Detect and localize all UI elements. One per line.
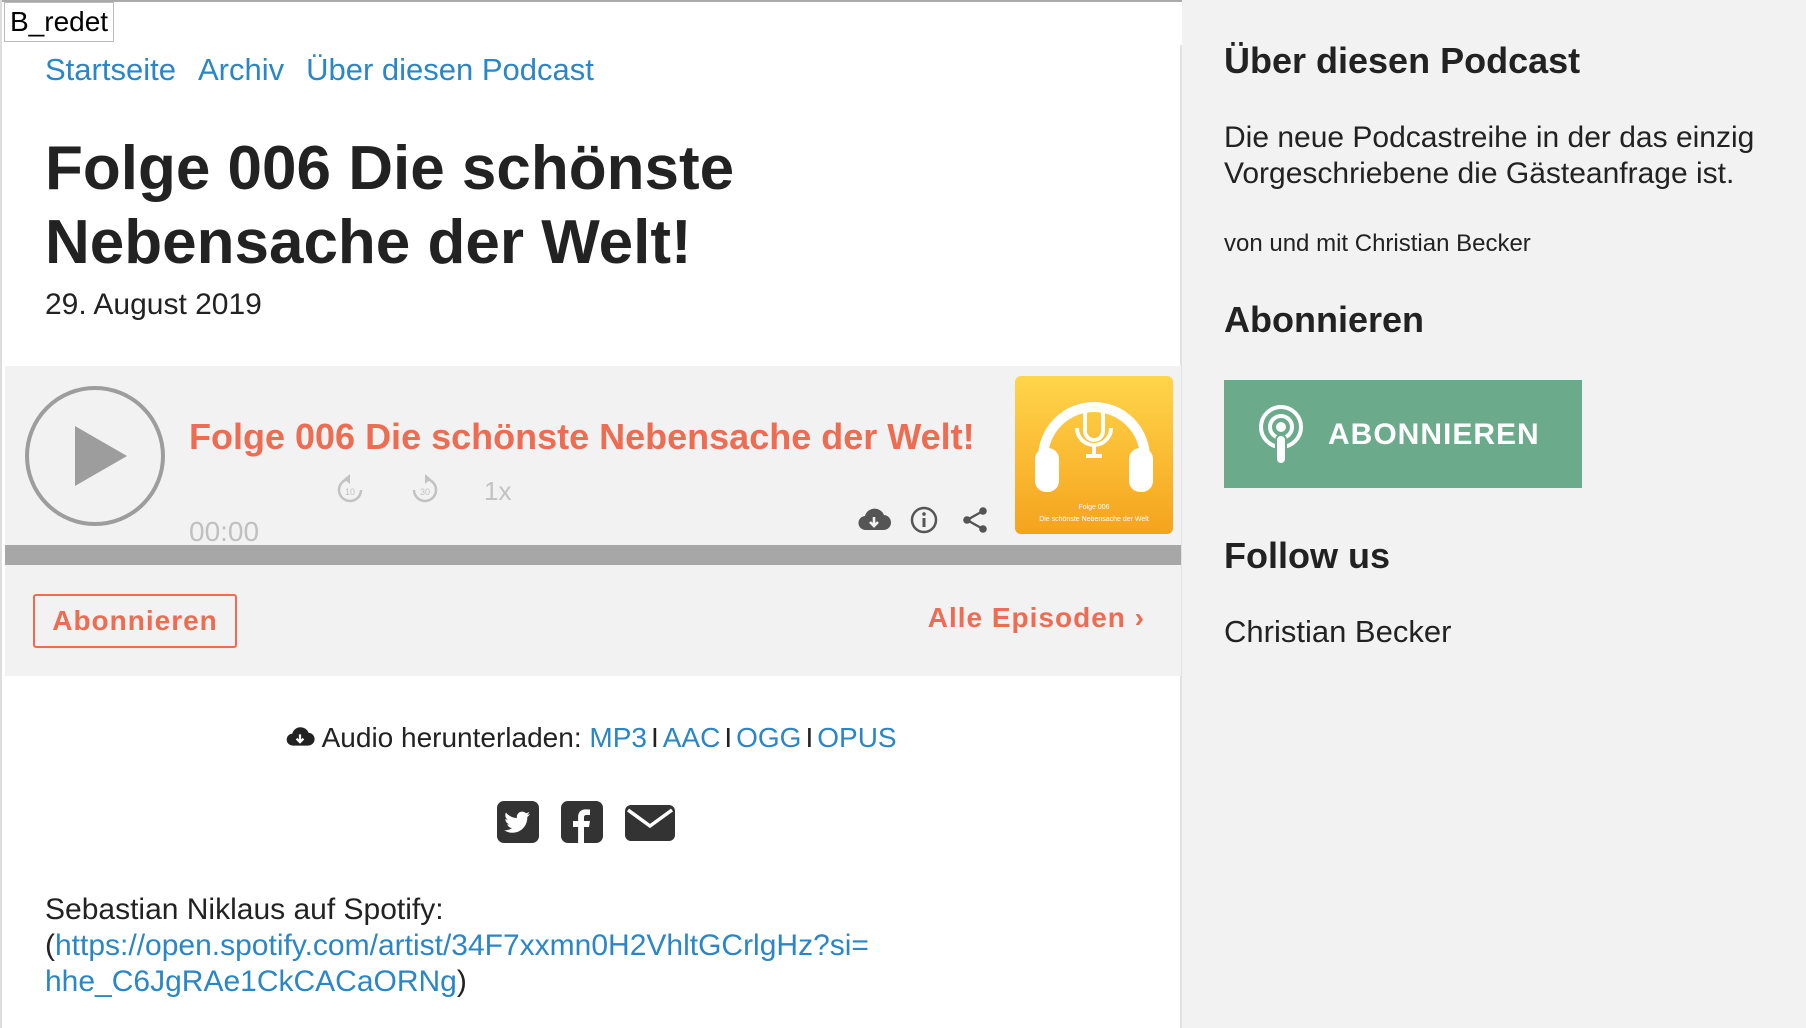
site-badge[interactable]: B_redet [4, 2, 115, 42]
sidebar-follow-heading: Follow us [1224, 535, 1390, 576]
rewind-10-label: 10 [345, 487, 355, 497]
download-opus-link[interactable]: OPUS [817, 722, 896, 753]
download-mp3-link[interactable]: MP3 [589, 722, 647, 753]
sidebar-author: von und mit Christian Becker [1224, 230, 1531, 257]
rewind-10-button[interactable]: 10 [335, 473, 365, 512]
notes-text: Sebastian Niklaus auf Spotify: [45, 893, 444, 926]
audio-download: Audio herunterladen: MP3 I AAC I OGG I OPUS [0, 722, 1182, 754]
notes-open-paren: ( [45, 929, 55, 962]
facebook-icon [561, 801, 603, 843]
twitter-icon [497, 801, 539, 843]
share-icon [963, 507, 987, 533]
play-icon [75, 426, 127, 486]
nav-link-startseite[interactable]: Startseite [45, 52, 176, 88]
episode-date: 29. August 2019 [45, 288, 262, 321]
podcast-player: Folge 006 Die schönste Nebensache der We… [5, 366, 1181, 676]
sidebar-subscribe-button[interactable]: ABONNIEREN [1224, 380, 1582, 488]
share-button[interactable] [961, 506, 989, 539]
sidebar-subscribe-heading: Abonnieren [1224, 299, 1425, 340]
episode-cover-art: Folge 006 Die schönste Nebensache der We… [1015, 376, 1173, 534]
cover-title: Folge 006 [1078, 504, 1110, 511]
sidebar-follow-name[interactable]: Christian Becker [1224, 614, 1451, 650]
download-cloud-icon [858, 508, 892, 531]
all-episodes-link[interactable]: Alle Episoden › [928, 602, 1145, 634]
rewind-10-icon: 10 [337, 474, 363, 503]
download-aac-link[interactable]: AAC [663, 722, 721, 753]
notes-close-paren: ) [456, 965, 467, 998]
subscribe-button[interactable]: Abonnieren [33, 594, 237, 648]
sidebar-about-text: Die neue Podcastreihe in der das einzig … [1224, 121, 1755, 190]
forward-30-button[interactable]: 30 [410, 473, 440, 512]
player-episode-title: Folge 006 Die schönste Nebensache der We… [189, 416, 975, 457]
share-buttons [497, 801, 675, 848]
download-cloud-icon [287, 727, 315, 746]
info-icon [910, 506, 938, 534]
forward-30-label: 30 [420, 487, 430, 497]
twitter-share-button[interactable] [497, 801, 539, 848]
progress-bar[interactable] [5, 545, 1181, 565]
email-share-button[interactable] [625, 801, 675, 848]
cover-subtitle: Die schönste Nebensache der Welt [1039, 516, 1149, 523]
email-icon [625, 805, 675, 841]
download-ogg-link[interactable]: OGG [736, 722, 801, 753]
podcast-icon [1259, 405, 1303, 465]
nav-link-about[interactable]: Über diesen Podcast [306, 52, 594, 88]
headphones-microphone-icon [1035, 402, 1153, 492]
sidebar-about-heading: Über diesen Podcast [1224, 40, 1581, 81]
current-time: 00:00 [189, 516, 260, 547]
forward-30-icon: 30 [412, 474, 438, 503]
facebook-share-button[interactable] [561, 801, 603, 848]
play-button[interactable] [25, 386, 165, 526]
main-nav: Startseite Archiv Über diesen Podcast [45, 52, 594, 88]
info-button[interactable] [910, 506, 938, 539]
window-left-border [0, 0, 2, 1028]
playback-speed-button[interactable]: 1x [484, 476, 511, 507]
download-button[interactable] [857, 506, 892, 539]
sidebar-subscribe-label: ABONNIEREN [1328, 418, 1540, 451]
download-label: Audio herunterladen: [321, 722, 582, 753]
episode-notes: Sebastian Niklaus auf Spotify: (https://… [45, 892, 905, 1000]
episode-title: Folge 006 Die schönste Nebensache der We… [45, 134, 735, 277]
nav-link-archiv[interactable]: Archiv [198, 52, 284, 88]
